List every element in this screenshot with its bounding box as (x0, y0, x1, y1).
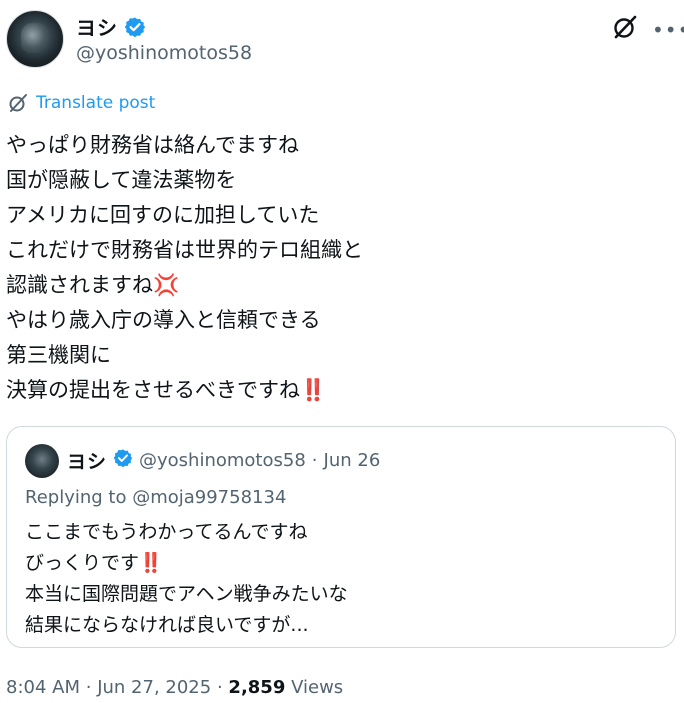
grok-icon[interactable] (612, 14, 638, 40)
anger-emoji-icon: 💢 (153, 273, 180, 297)
author-handle[interactable]: @yoshinomotos58 (76, 42, 252, 64)
post-line: やっぱり財務省は絡んでますね (6, 133, 299, 157)
quoted-post-header: ヨシ @yoshinomotos58 · Jun 26 (67, 447, 380, 474)
dot-separator: · (216, 677, 223, 698)
post-line: 認識されますね (6, 273, 153, 297)
post-line-with-emoji: 決算の提出をさせるべきですね‼️ (6, 373, 363, 408)
quoted-line: 結果にならなければ良いですが... (25, 614, 309, 636)
post-line: 決算の提出をさせるべきですね (6, 378, 300, 402)
author-display-name[interactable]: ヨシ (76, 12, 118, 41)
post-line: やはり歳入庁の導入と信頼できる (6, 308, 321, 332)
quoted-author-handle[interactable]: @yoshinomotos58 (139, 450, 306, 471)
verified-badge-icon[interactable] (124, 16, 146, 38)
dot-separator: · (85, 677, 92, 698)
double-exclamation-icon: ‼️ (300, 378, 327, 402)
author-name-row: ヨシ (76, 12, 146, 41)
translate-post-button[interactable]: Translate post (8, 93, 155, 113)
author-avatar[interactable] (6, 10, 64, 68)
post-meta: 8:04 AM · Jun 27, 2025 · 2,859 Views (6, 677, 343, 698)
post-text: やっぱり財務省は絡んでますね 国が隠蔽して違法薬物を アメリカに回すのに加担して… (6, 128, 363, 408)
views-label: Views (291, 677, 344, 698)
post-line: 第三機関に (6, 343, 111, 367)
views-count: 2,859 (228, 677, 286, 698)
dot-separator: · (311, 450, 318, 471)
post-time[interactable]: 8:04 AM (6, 677, 80, 698)
verified-badge-icon (113, 448, 133, 473)
post-line: アメリカに回すのに加担していた (6, 203, 320, 227)
translate-label[interactable]: Translate post (36, 93, 155, 113)
quoted-line: びっくりです (25, 552, 140, 574)
quoted-author-avatar[interactable] (25, 444, 59, 478)
more-icon[interactable]: ••• (652, 18, 684, 42)
translate-icon (9, 94, 27, 112)
post-date[interactable]: Jun 27, 2025 (97, 677, 211, 698)
post-line-with-emoji: 認識されますね💢 (6, 268, 363, 303)
quoted-author-name[interactable]: ヨシ (67, 447, 107, 474)
quoted-post-date[interactable]: Jun 26 (324, 450, 381, 471)
quoted-post-text: ここまでもうわかってるんですね びっくりです‼️ 本当に国際問題でアヘン戦争みた… (25, 517, 348, 641)
quoted-post-card[interactable]: ヨシ @yoshinomotos58 · Jun 26 Replying to … (6, 426, 676, 648)
quoted-line-with-emoji: びっくりです‼️ (25, 548, 348, 579)
quoted-line: 本当に国際問題でアヘン戦争みたいな (25, 583, 348, 605)
post-line: 国が隠蔽して違法薬物を (6, 168, 237, 192)
double-exclamation-icon: ‼️ (139, 552, 163, 574)
post-line: これだけで財務省は世界的テロ組織と (6, 238, 363, 262)
quoted-line: ここまでもうわかってるんですね (25, 521, 308, 543)
replying-to: Replying to @moja99758134 (25, 487, 287, 508)
